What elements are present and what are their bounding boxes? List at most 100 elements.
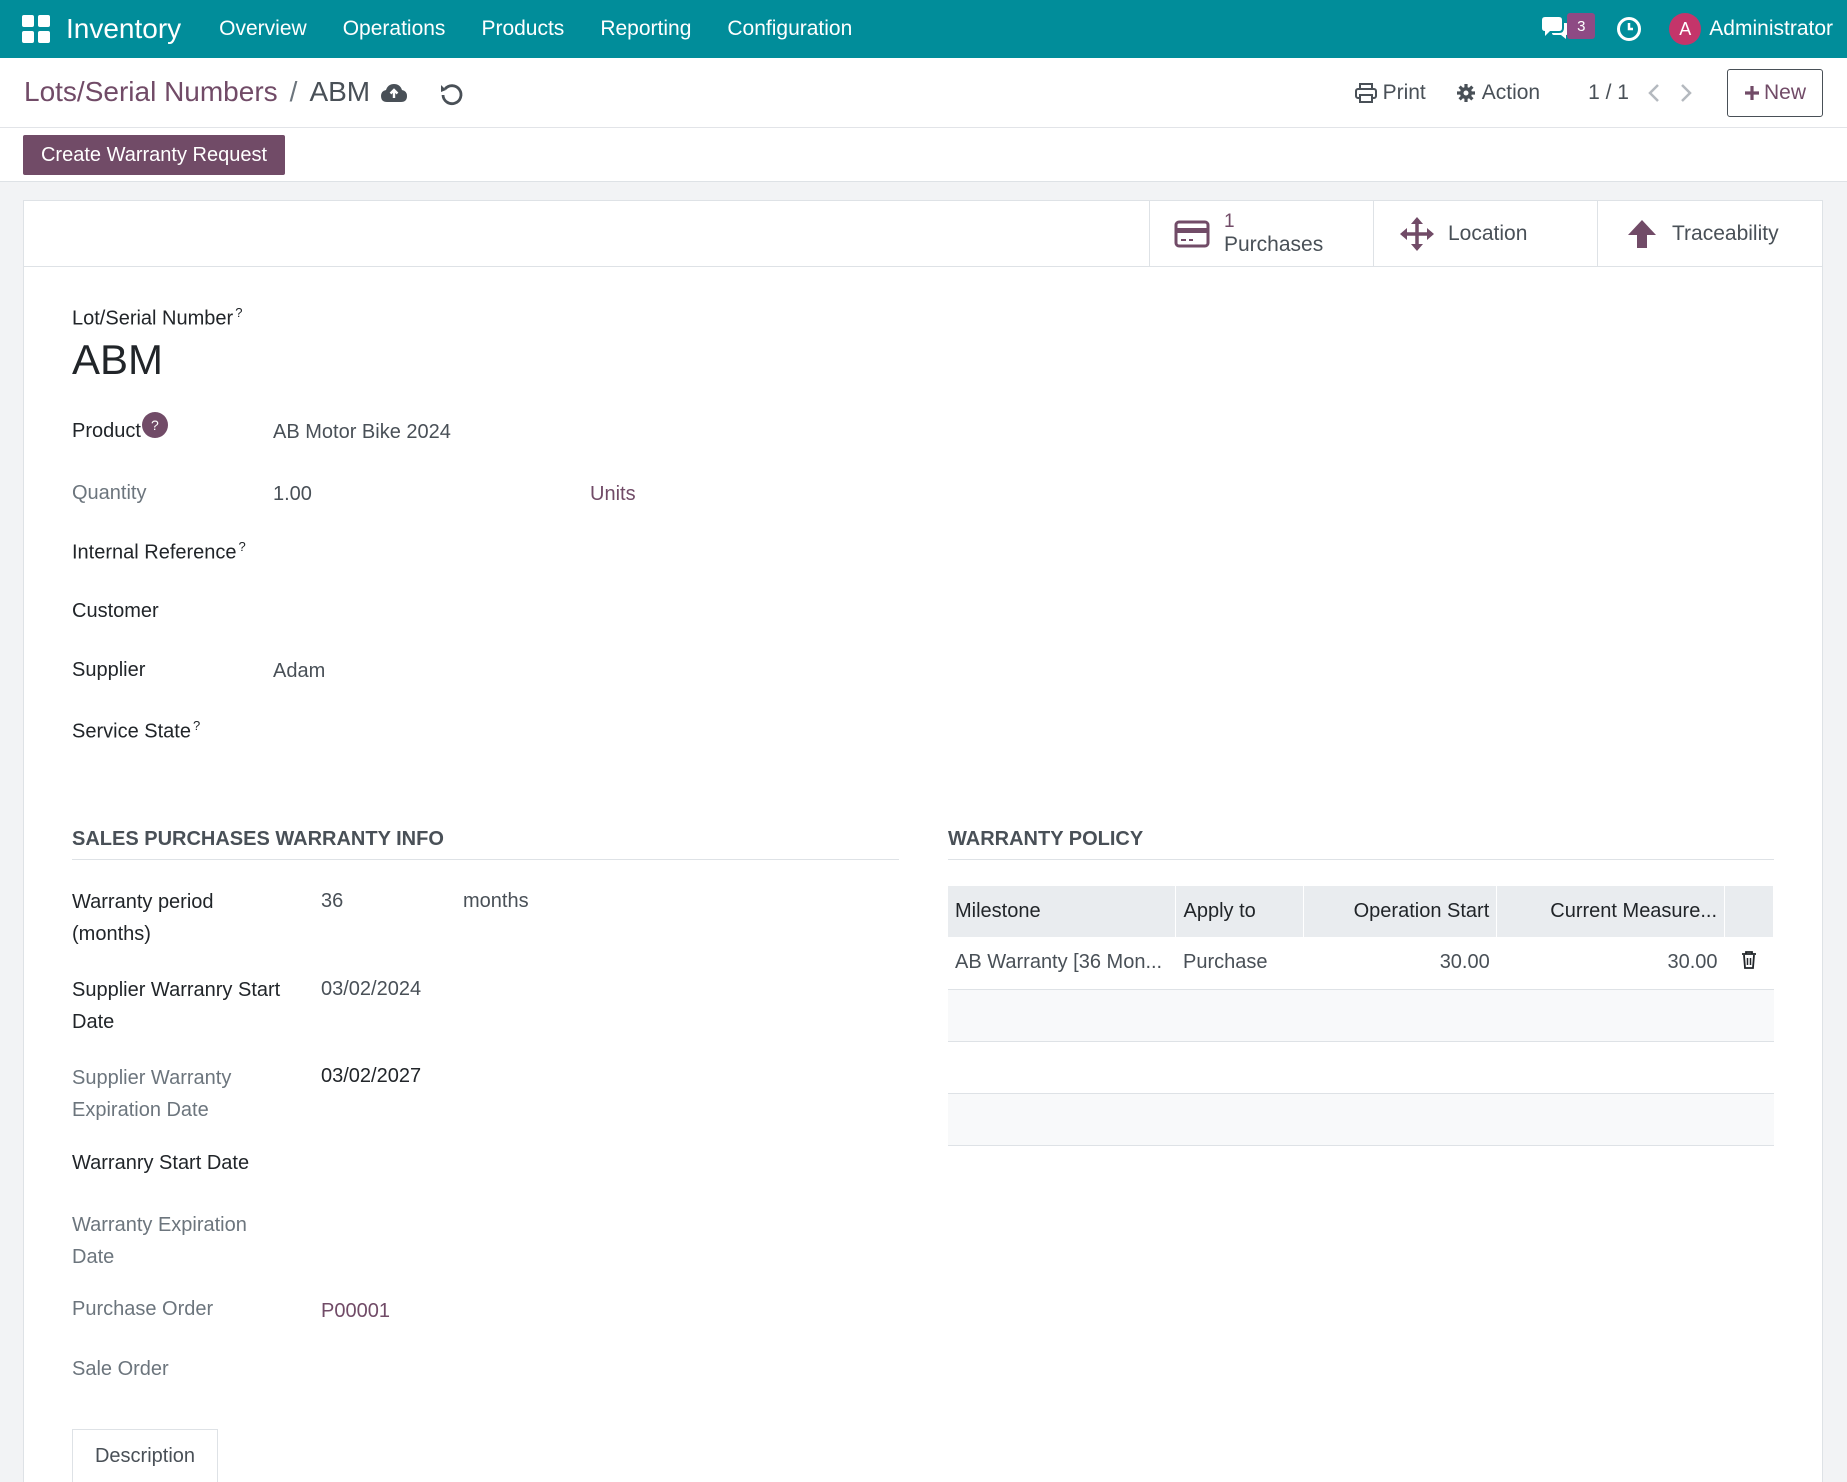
purchases-smart-button[interactable]: 1 Purchases [1149, 201, 1373, 267]
warranty-expiration-label: Warranty Expiration Date [72, 1214, 247, 1268]
help-circle-icon[interactable]: ? [141, 412, 168, 438]
menu-operations[interactable]: Operations [325, 17, 464, 41]
plus-icon [1744, 86, 1759, 100]
breadcrumb-current: ABM [309, 76, 371, 107]
move-arrows-icon [1400, 217, 1434, 251]
empty-row [948, 989, 1774, 1042]
location-label: Location [1448, 222, 1528, 245]
chat-icon [1542, 17, 1569, 39]
column-current-measure[interactable]: Current Measure... [1496, 886, 1726, 937]
internal-reference-label: Internal Reference? [72, 539, 246, 564]
purchases-count: 1 [1224, 211, 1235, 232]
column-operation-start[interactable]: Operation Start [1303, 886, 1498, 937]
empty-row [948, 1041, 1774, 1094]
menu-configuration[interactable]: Configuration [709, 17, 870, 41]
traceability-label: Traceability [1672, 222, 1779, 245]
activity-button[interactable] [1609, 9, 1649, 49]
apps-grid-icon[interactable] [22, 15, 50, 43]
trash-icon[interactable] [1741, 950, 1757, 969]
breadcrumb-separator: / [289, 76, 298, 107]
cell-delete [1724, 937, 1774, 990]
quantity-field: 1.00 [273, 483, 312, 505]
credit-card-icon [1174, 220, 1210, 248]
printer-icon [1354, 83, 1377, 103]
menu-reporting[interactable]: Reporting [582, 17, 709, 41]
warranty-start-label: Warranry Start Date [72, 1152, 250, 1174]
control-panel-actions: Print Action 1 / 1 New [1354, 68, 1823, 118]
quantity-uom[interactable]: Units [590, 483, 636, 506]
warranty-period-unit: months [463, 890, 529, 912]
chat-count-badge: 3 [1567, 13, 1596, 39]
cell-operation-start[interactable]: 30.00 [1303, 937, 1497, 990]
breadcrumb: Lots/Serial Numbers / ABM [24, 76, 370, 108]
new-label: New [1763, 81, 1806, 104]
help-tooltip-icon[interactable]: ? [193, 718, 200, 733]
supplier-label: Supplier [72, 659, 146, 681]
supplier-warranty-expiration-field: 03/02/2027 [321, 1065, 422, 1087]
chevron-left-icon[interactable] [1647, 83, 1661, 103]
tab-description[interactable]: Description [72, 1429, 218, 1482]
column-apply-to[interactable]: Apply to [1175, 886, 1305, 937]
column-milestone[interactable]: Milestone [948, 886, 1177, 937]
app-name[interactable]: Inventory [66, 13, 181, 45]
print-button[interactable]: Print [1354, 81, 1426, 105]
discard-icon[interactable] [438, 80, 466, 108]
cloud-save-icon[interactable] [380, 80, 408, 108]
customer-label: Customer [72, 600, 159, 622]
breadcrumb-parent[interactable]: Lots/Serial Numbers [24, 76, 278, 108]
control-panel: Lots/Serial Numbers / ABM Print Action 1… [0, 58, 1847, 128]
purchases-label: Purchases [1224, 233, 1324, 256]
cell-current-measure[interactable]: 30.00 [1496, 937, 1725, 990]
warranty-period-label: Warranty period (months) [72, 891, 214, 945]
top-navbar: Inventory Overview Operations Products R… [0, 0, 1847, 58]
form-statusbar: Create Warranty Request [0, 128, 1847, 182]
pager-value[interactable]: 1 / 1 [1588, 81, 1629, 105]
print-label: Print [1382, 81, 1426, 104]
help-tooltip-icon[interactable]: ? [235, 305, 242, 320]
help-tooltip-icon[interactable]: ? [239, 539, 246, 554]
action-label: Action [1481, 81, 1541, 104]
sale-order-label: Sale Order [72, 1358, 169, 1380]
new-button[interactable]: New [1727, 69, 1823, 117]
avatar[interactable]: A [1669, 13, 1702, 45]
supplier-warranty-start-label: Supplier Warranry Start Date [72, 979, 281, 1033]
menu-overview[interactable]: Overview [201, 17, 325, 41]
table-header-row: Milestone Apply to Operation Start Curre… [948, 886, 1774, 937]
product-label: Product? [72, 412, 168, 446]
quantity-label: Quantity [72, 482, 147, 504]
gear-icon [1456, 84, 1475, 102]
purchase-order-link[interactable]: P00001 [321, 1300, 390, 1323]
warranty-info-title: SALES PURCHASES WARRANTY INFO [72, 828, 899, 860]
supplier-warranty-expiration-label: Supplier Warranty Expiration Date [72, 1067, 232, 1121]
notebook-tabs: Description [72, 1429, 1774, 1482]
empty-row [948, 1093, 1774, 1146]
product-field[interactable]: AB Motor Bike 2024 [273, 421, 451, 444]
supplier-field[interactable]: Adam [273, 660, 325, 683]
table-row[interactable]: AB Warranty [36 Mon... Purchase 30.00 30… [948, 937, 1774, 990]
chat-button[interactable]: 3 [1535, 9, 1596, 49]
action-button[interactable]: Action [1456, 81, 1540, 105]
purchase-order-label: Purchase Order [72, 1298, 214, 1320]
create-warranty-request-button[interactable]: Create Warranty Request [23, 135, 285, 175]
arrow-up-icon [1628, 220, 1656, 248]
lot-serial-label: Lot/Serial Number? [72, 305, 243, 330]
warranty-policy-title: WARRANTY POLICY [948, 828, 1774, 860]
lot-serial-input[interactable]: ABM [72, 336, 163, 384]
warranty-period-field[interactable]: 36 [321, 890, 343, 913]
traceability-smart-button[interactable]: Traceability [1597, 201, 1822, 267]
menu-products[interactable]: Products [463, 17, 582, 41]
supplier-warranty-start-field[interactable]: 03/02/2024 [321, 978, 421, 1001]
clock-icon [1617, 17, 1642, 41]
main-menu: Overview Operations Products Reporting C… [201, 0, 870, 58]
cell-apply-to[interactable]: Purchase [1175, 937, 1304, 990]
smart-button-box: 1 Purchases Location Traceability [24, 201, 1822, 267]
location-smart-button[interactable]: Location [1373, 201, 1597, 267]
chevron-right-icon[interactable] [1679, 83, 1693, 103]
navbar-systray: 3 A Administrator [1535, 0, 1833, 58]
column-actions [1724, 886, 1774, 937]
warranty-policy-table: Milestone Apply to Operation Start Curre… [948, 886, 1774, 1146]
service-state-label: Service State? [72, 718, 201, 743]
form-sheet: 1 Purchases Location Traceability Lot/Se… [23, 200, 1823, 1482]
cell-milestone[interactable]: AB Warranty [36 Mon... [948, 937, 1176, 990]
user-menu[interactable]: Administrator [1709, 17, 1833, 41]
